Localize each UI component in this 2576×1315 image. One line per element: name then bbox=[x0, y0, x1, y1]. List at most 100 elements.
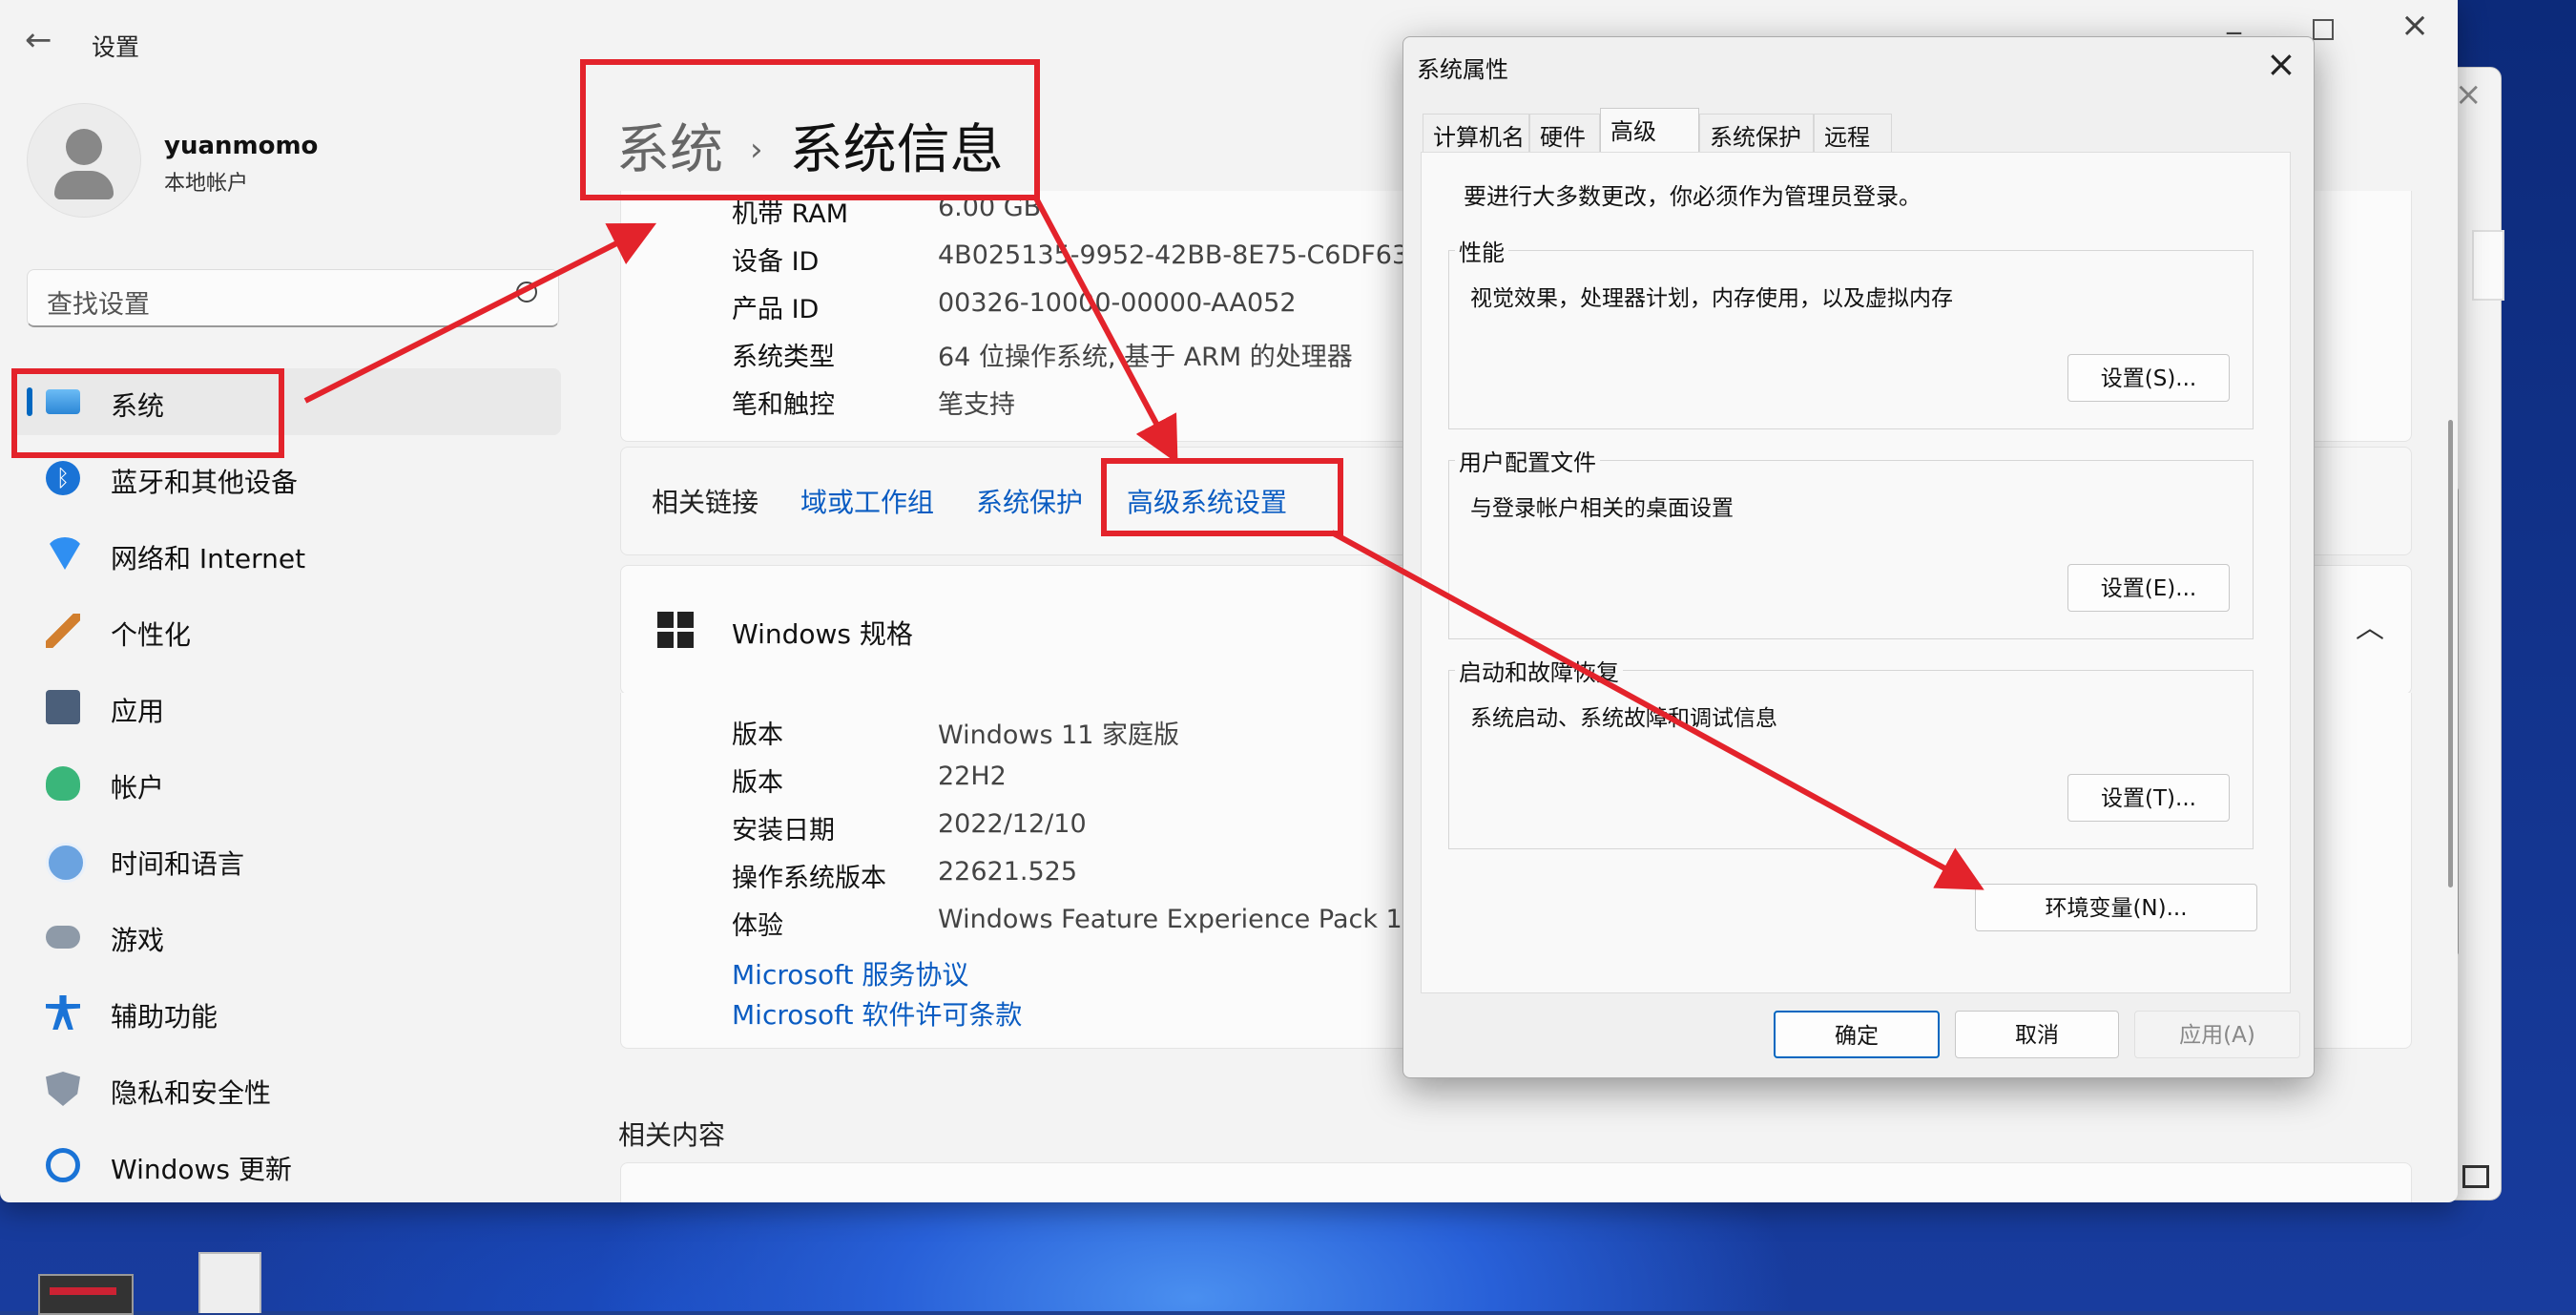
close-icon[interactable]: × bbox=[2455, 75, 2483, 114]
sidebar-item-privacy[interactable]: 隐私和安全性 bbox=[11, 1055, 561, 1122]
windows-logo-icon bbox=[657, 612, 694, 648]
search-input[interactable]: 查找设置 bbox=[27, 269, 559, 327]
network-icon bbox=[46, 537, 84, 570]
update-icon bbox=[46, 1148, 80, 1182]
user-profiles-group: 用户配置文件 与登录帐户相关的桌面设置 设置(E)... bbox=[1448, 444, 2254, 639]
scrollbar[interactable] bbox=[2448, 420, 2453, 887]
spec-key: 体验 bbox=[732, 911, 783, 941]
dialog-title: 系统属性 bbox=[1417, 56, 1508, 83]
performance-group: 性能 视觉效果，处理器计划，内存使用，以及虚拟内存 设置(S)... bbox=[1448, 234, 2254, 429]
sidebar-item-label: 时间和语言 bbox=[111, 848, 245, 880]
account-icon bbox=[46, 766, 80, 801]
link-domain-workgroup[interactable]: 域或工作组 bbox=[800, 482, 934, 520]
apps-icon bbox=[46, 690, 80, 724]
spec-key: 版本 bbox=[732, 768, 783, 798]
tab-hardware[interactable]: 硬件 bbox=[1529, 114, 1600, 152]
tab-advanced[interactable]: 高级 bbox=[1600, 108, 1699, 154]
link-system-protection[interactable]: 系统保护 bbox=[976, 482, 1083, 520]
spec-value: 2022/12/10 bbox=[938, 809, 1087, 839]
spec-value: 64 位操作系统, 基于 ARM 的处理器 bbox=[938, 343, 1353, 372]
spec-key: 笔和触控 bbox=[732, 390, 835, 420]
accessibility-icon bbox=[46, 995, 80, 1030]
group-title: 性能 bbox=[1455, 234, 1508, 267]
window-tile-icon[interactable] bbox=[2462, 1165, 2489, 1188]
spec-value: Windows 11 家庭版 bbox=[938, 720, 1180, 750]
sidebar-item-windows-update[interactable]: Windows 更新 bbox=[11, 1132, 561, 1199]
apply-button[interactable]: 应用(A) bbox=[2134, 1011, 2300, 1058]
window-title: 设置 bbox=[92, 33, 140, 61]
group-title: 用户配置文件 bbox=[1455, 444, 1600, 477]
bluetooth-icon: ᛒ bbox=[46, 461, 80, 495]
spec-key: 设备 ID bbox=[732, 247, 820, 277]
user-name: yuanmomo bbox=[164, 132, 319, 160]
group-description: 系统启动、系统故障和调试信息 bbox=[1470, 706, 1777, 731]
shield-icon bbox=[46, 1072, 80, 1106]
minimize-button[interactable]: _ bbox=[2227, 2, 2241, 35]
sidebar-item-label: 辅助功能 bbox=[111, 1001, 218, 1033]
desktop-file-icon[interactable] bbox=[198, 1252, 261, 1313]
related-content-card[interactable] bbox=[620, 1162, 2412, 1202]
sidebar-item-label: 隐私和安全性 bbox=[111, 1077, 272, 1109]
tab-system-protection[interactable]: 系统保护 bbox=[1699, 114, 1814, 152]
user-profiles-settings-button[interactable]: 设置(E)... bbox=[2067, 564, 2230, 612]
group-description: 视觉效果，处理器计划，内存使用，以及虚拟内存 bbox=[1470, 286, 1953, 311]
spec-value: 22621.525 bbox=[938, 857, 1078, 887]
spec-key: 版本 bbox=[732, 720, 783, 750]
sidebar-item-accounts[interactable]: 帐户 bbox=[11, 750, 561, 817]
performance-settings-button[interactable]: 设置(S)... bbox=[2067, 354, 2230, 402]
sidebar-item-personalization[interactable]: 个性化 bbox=[11, 597, 561, 664]
sidebar-item-accessibility[interactable]: 辅助功能 bbox=[11, 979, 561, 1046]
close-button[interactable]: × bbox=[2400, 6, 2429, 45]
spec-value: 00326-10000-00000-AA052 bbox=[938, 288, 1297, 318]
chevron-up-icon[interactable]: ︿ bbox=[2356, 604, 2384, 646]
sidebar-item-apps[interactable]: 应用 bbox=[11, 674, 561, 741]
startup-recovery-group: 启动和故障恢复 系统启动、系统故障和调试信息 设置(T)... bbox=[1448, 654, 2254, 849]
link-ms-services-agreement[interactable]: Microsoft 服务协议 bbox=[732, 954, 968, 992]
annotation-box-advanced-settings bbox=[1101, 458, 1343, 536]
ok-button[interactable]: 确定 bbox=[1774, 1011, 1940, 1058]
search-icon[interactable] bbox=[516, 282, 537, 303]
background-window-field bbox=[2472, 230, 2504, 301]
sidebar-item-label: 网络和 Internet bbox=[111, 543, 306, 574]
sidebar-item-gaming[interactable]: 游戏 bbox=[11, 903, 561, 970]
sidebar-item-label: 个性化 bbox=[111, 619, 192, 651]
clock-icon bbox=[46, 843, 86, 883]
sidebar-item-label: 应用 bbox=[111, 696, 165, 727]
avatar bbox=[27, 103, 141, 218]
link-ms-license-terms[interactable]: Microsoft 软件许可条款 bbox=[732, 994, 1022, 1033]
spec-key: 操作系统版本 bbox=[732, 864, 886, 893]
startup-recovery-settings-button[interactable]: 设置(T)... bbox=[2067, 774, 2230, 822]
sidebar-item-time-language[interactable]: 时间和语言 bbox=[11, 826, 561, 893]
windows-spec-title: Windows 规格 bbox=[732, 618, 913, 650]
cancel-button[interactable]: 取消 bbox=[1955, 1011, 2119, 1058]
system-properties-dialog: 系统属性 × 计算机名 硬件 高级 系统保护 远程 要进行大多数更改，你必须作为… bbox=[1402, 36, 2315, 1078]
search-placeholder: 查找设置 bbox=[47, 290, 150, 320]
sidebar-item-label: Windows 更新 bbox=[111, 1154, 292, 1185]
admin-note: 要进行大多数更改，你必须作为管理员登录。 bbox=[1464, 183, 1922, 210]
related-links-label: 相关链接 bbox=[652, 487, 759, 518]
related-content-title: 相关内容 bbox=[618, 1119, 726, 1151]
back-arrow-icon[interactable]: ← bbox=[25, 21, 52, 59]
spec-value: 4B025135-9952-42BB-8E75-C6DF63E51A bbox=[938, 240, 1476, 270]
desktop-app-icon[interactable] bbox=[38, 1274, 134, 1315]
advanced-tab-panel: 要进行大多数更改，你必须作为管理员登录。 性能 视觉效果，处理器计划，内存使用，… bbox=[1421, 152, 2291, 993]
brush-icon bbox=[46, 614, 80, 648]
spec-key: 系统类型 bbox=[732, 343, 835, 372]
maximize-button[interactable] bbox=[2313, 19, 2334, 40]
group-title: 启动和故障恢复 bbox=[1455, 654, 1623, 687]
tab-computer-name[interactable]: 计算机名 bbox=[1423, 114, 1529, 152]
tab-remote[interactable]: 远程 bbox=[1814, 114, 1892, 152]
annotation-box-title bbox=[580, 59, 1040, 200]
gamepad-icon bbox=[46, 926, 80, 949]
spec-value: 笔支持 bbox=[938, 390, 1015, 420]
annotation-box-system bbox=[11, 368, 284, 458]
environment-variables-button[interactable]: 环境变量(N)... bbox=[1975, 884, 2257, 931]
spec-value: Windows Feature Experience Pack 1000. bbox=[938, 905, 1460, 934]
spec-key: 安装日期 bbox=[732, 816, 835, 845]
dialog-close-button[interactable]: × bbox=[2266, 43, 2296, 85]
group-description: 与登录帐户相关的桌面设置 bbox=[1470, 496, 1734, 521]
sidebar-item-label: 帐户 bbox=[111, 772, 165, 804]
spec-value: 22H2 bbox=[938, 762, 1007, 791]
spec-key: 产品 ID bbox=[732, 295, 820, 324]
sidebar-item-network[interactable]: 网络和 Internet bbox=[11, 521, 561, 588]
